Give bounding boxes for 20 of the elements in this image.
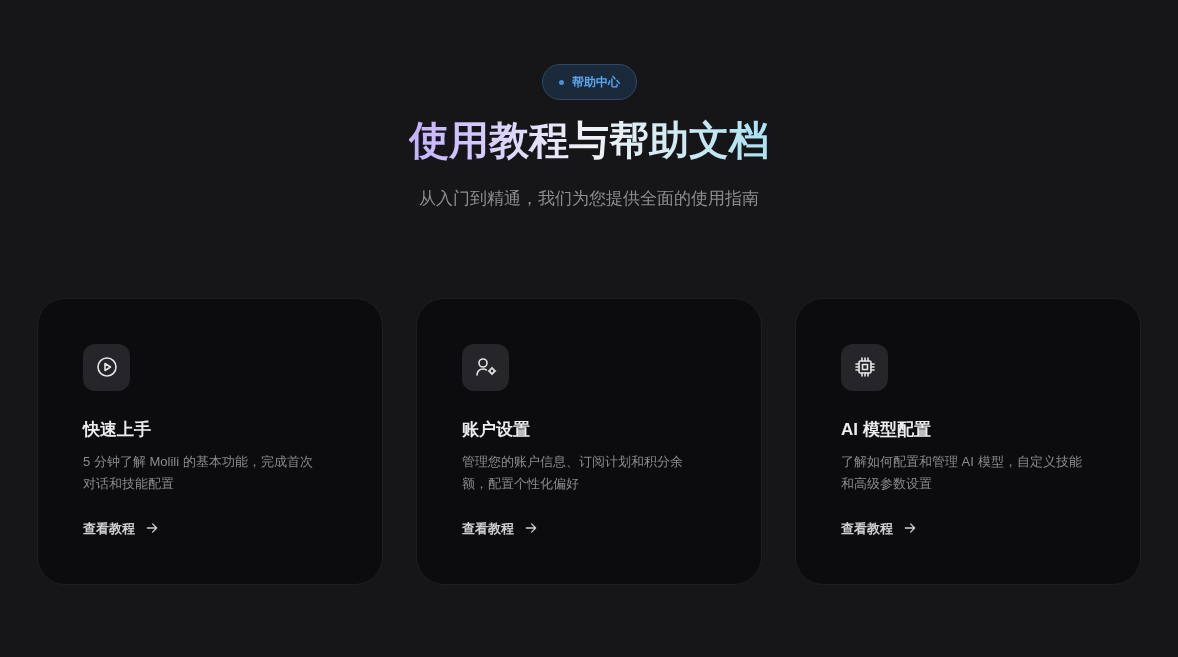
badge-label: 帮助中心 <box>571 74 620 91</box>
view-tutorial-link[interactable]: 查看教程 <box>462 518 538 538</box>
tutorial-card[interactable]: 账户设置 管理您的账户信息、订阅计划和积分余额，配置个性化偏好 查看教程 <box>416 297 762 585</box>
tutorial-card[interactable]: 快速上手 5 分钟了解 Molili 的基本功能，完成首次对话和技能配置 查看教程 <box>37 297 383 585</box>
card-description: 管理您的账户信息、订阅计划和积分余额，配置个性化偏好 <box>462 452 684 493</box>
view-tutorial-link[interactable]: 查看教程 <box>83 518 159 538</box>
card-title: AI 模型配置 <box>841 418 932 441</box>
play-icon <box>94 355 119 379</box>
card-title: 快速上手 <box>83 418 152 441</box>
tutorial-card[interactable]: AI 模型配置 了解如何配置和管理 AI 模型，自定义技能和高级参数设置 查看教程 <box>795 297 1141 585</box>
card-title: 账户设置 <box>462 418 531 441</box>
card-description: 了解如何配置和管理 AI 模型，自定义技能和高级参数设置 <box>841 452 1083 493</box>
arrow-right-icon <box>145 521 159 536</box>
chip-icon <box>852 355 877 379</box>
user-gear-icon <box>473 355 498 379</box>
page-subtitle: 从入门到精通，我们为您提供全面的使用指南 <box>419 188 759 210</box>
arrow-right-icon <box>903 521 917 536</box>
arrow-right-icon <box>524 521 538 536</box>
card-description: 5 分钟了解 Molili 的基本功能，完成首次对话和技能配置 <box>83 452 314 493</box>
view-tutorial-link[interactable]: 查看教程 <box>841 518 917 538</box>
